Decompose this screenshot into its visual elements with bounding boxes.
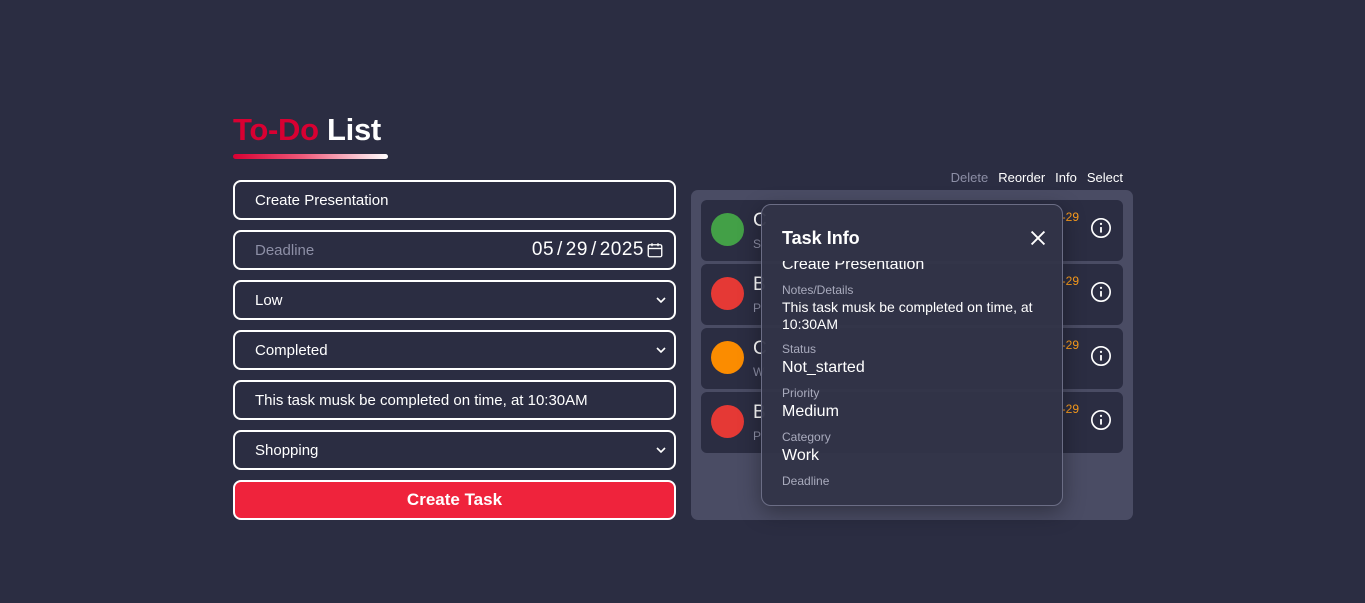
task-color-dot [711, 341, 744, 374]
modal-category-value: Work [782, 447, 820, 464]
calendar-icon[interactable] [646, 241, 664, 259]
modal-category-label: Category [782, 430, 831, 444]
info-button[interactable]: Info [1055, 170, 1077, 185]
status-select[interactable]: Completed [233, 330, 676, 370]
modal-title: Task Info [782, 228, 860, 248]
task-deadline: -29 [1061, 210, 1079, 224]
task-deadline: -29 [1061, 402, 1079, 416]
info-icon[interactable] [1090, 281, 1112, 303]
chevron-down-icon [656, 447, 666, 454]
close-icon[interactable] [1027, 227, 1049, 249]
category-select[interactable]: Shopping [233, 430, 676, 470]
deadline-input[interactable]: Deadline 05/29/2025 [233, 230, 676, 270]
modal-priority-value: Medium [782, 403, 839, 420]
modal-deadline-label: Deadline [782, 474, 830, 487]
task-name-value: Create Presentation [255, 191, 389, 209]
title-underline [233, 154, 388, 159]
reorder-button[interactable]: Reorder [998, 170, 1045, 185]
deadline-year: 2025 [599, 239, 644, 260]
delete-button[interactable]: Delete [951, 170, 989, 185]
task-info-modal: Task Info Create Presentation Notes/Deta… [761, 204, 1063, 506]
task-color-dot [711, 277, 744, 310]
task-category: P [753, 301, 762, 315]
page-title: To-Do List [233, 112, 381, 148]
deadline-month: 05 [531, 239, 555, 260]
deadline-placeholder: Deadline [255, 241, 315, 259]
info-icon[interactable] [1090, 345, 1112, 367]
notes-input[interactable]: This task musk be completed on time, at … [233, 380, 676, 420]
chevron-down-icon [656, 347, 666, 354]
info-icon[interactable] [1090, 409, 1112, 431]
category-value: Shopping [255, 441, 319, 459]
task-category: S [753, 237, 762, 251]
create-task-button[interactable]: Create Task [233, 480, 676, 520]
notes-value: This task musk be completed on time, at … [255, 391, 588, 409]
modal-notes-label: Notes/Details [782, 283, 854, 297]
info-icon[interactable] [1090, 217, 1112, 239]
priority-value: Low [255, 291, 283, 309]
deadline-day: 29 [565, 239, 588, 260]
task-color-dot [711, 405, 744, 438]
modal-status-value: Not_started [782, 359, 865, 376]
select-button[interactable]: Select [1087, 170, 1123, 185]
chevron-down-icon [656, 297, 666, 304]
modal-notes-value: This task musk be completed on time, at … [782, 299, 1033, 332]
task-name-input[interactable]: Create Presentation [233, 180, 676, 220]
title-part-todo: To-Do [233, 112, 319, 147]
status-value: Completed [255, 341, 328, 359]
modal-priority-label: Priority [782, 386, 820, 400]
task-category: P [753, 429, 762, 443]
modal-task-name: Create Presentation [782, 261, 925, 273]
task-toolbar: Delete Reorder Info Select [951, 170, 1123, 185]
task-color-dot [711, 213, 744, 246]
deadline-value[interactable]: 05/29/2025 [532, 239, 644, 261]
title-part-list: List [327, 112, 381, 147]
task-deadline: -29 [1061, 338, 1079, 352]
modal-status-label: Status [782, 342, 817, 356]
task-deadline: -29 [1061, 274, 1079, 288]
modal-scroll-area[interactable]: Create Presentation Notes/Details This t… [782, 261, 1052, 487]
priority-select[interactable]: Low [233, 280, 676, 320]
todo-app: To-Do List Create Presentation Deadline … [0, 0, 1365, 603]
